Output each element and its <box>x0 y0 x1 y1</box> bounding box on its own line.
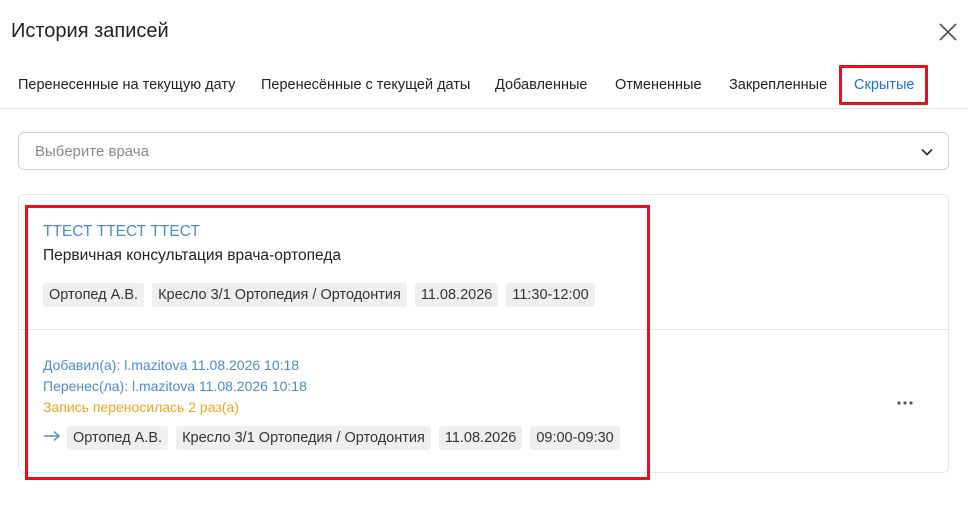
tabs-bar: Перенесенные на текущую дату Перенесённы… <box>0 64 968 109</box>
record-highlight <box>25 205 650 480</box>
doctor-select[interactable]: Выберите врача <box>18 132 949 170</box>
more-horizontal-icon[interactable] <box>896 400 914 406</box>
close-icon[interactable] <box>936 20 960 44</box>
modal-header: История записей <box>0 0 968 64</box>
hidden-tab-highlight <box>839 65 928 105</box>
tab-pinned[interactable]: Закрепленные <box>729 77 827 93</box>
tab-moved-from-today[interactable]: Перенесённые с текущей даты <box>261 77 470 93</box>
doctor-select-placeholder: Выберите врача <box>35 143 149 160</box>
tab-added[interactable]: Добавленные <box>495 77 587 93</box>
tab-cancelled[interactable]: Отмененные <box>615 77 702 93</box>
modal-title: История записей <box>11 20 169 42</box>
tab-moved-to-today[interactable]: Перенесенные на текущую дату <box>18 77 235 93</box>
chevron-down-icon <box>921 148 933 156</box>
